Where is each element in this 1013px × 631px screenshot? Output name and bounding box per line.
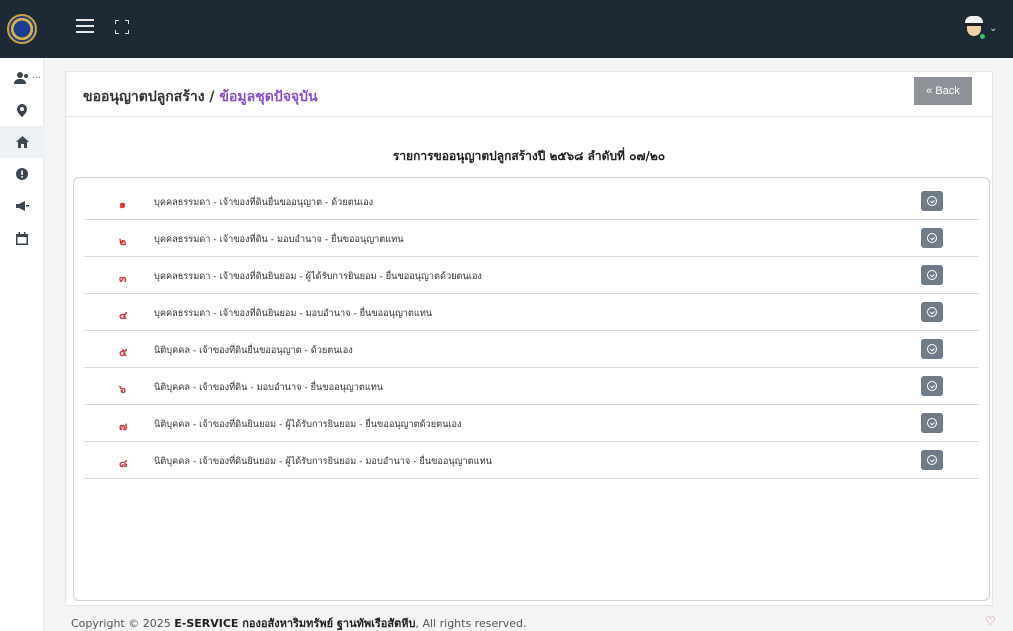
list-item: ๗ นิติบุคคล - เจ้าของที่ดินยินยอม - ผู้ได… bbox=[84, 405, 979, 442]
info-icon bbox=[16, 168, 28, 180]
list-item-label: นิติบุคคล - เจ้าของที่ดิน - มอบอำนาจ - ย… bbox=[154, 382, 384, 393]
list-item: ๖ นิติบุคคล - เจ้าของที่ดิน - มอบอำนาจ - … bbox=[84, 368, 979, 405]
download-button[interactable] bbox=[921, 265, 943, 285]
download-button[interactable] bbox=[921, 450, 943, 470]
download-icon bbox=[927, 344, 937, 354]
permit-type-list: ๑ บุคคลธรรมดา - เจ้าของที่ดินยื่นขออนุญาต… bbox=[73, 177, 990, 601]
list-item: ๘ นิติบุคคล - เจ้าของที่ดินยินยอม - ผู้ได… bbox=[84, 442, 979, 479]
download-icon bbox=[927, 196, 937, 206]
map-pin-icon bbox=[17, 103, 27, 117]
list-item-number: ๑ bbox=[119, 198, 126, 211]
footer-suffix: , All rights reserved. bbox=[415, 617, 527, 630]
list-item-label: บุคคลธรรมดา - เจ้าของที่ดิน - มอบอำนาจ -… bbox=[154, 234, 404, 245]
top-navbar: ⌄ bbox=[0, 0, 1013, 58]
download-icon bbox=[927, 233, 937, 243]
download-button[interactable] bbox=[921, 302, 943, 322]
navy-emblem-icon bbox=[7, 14, 37, 44]
list-item-number: ๒ bbox=[119, 235, 127, 248]
list-item-label: นิติบุคคล - เจ้าของที่ดินยินยอม - ผู้ได้… bbox=[154, 419, 462, 430]
download-button[interactable] bbox=[921, 191, 943, 211]
list-title: รายการขออนุญาตปลูกสร้างปี ๒๕๖๘ ลำดับที่ … bbox=[392, 149, 666, 163]
list-item-number: ๖ bbox=[119, 383, 126, 396]
list-item-number: ๘ bbox=[119, 457, 128, 470]
download-button[interactable] bbox=[921, 339, 943, 359]
sidebar-item-info[interactable] bbox=[0, 158, 44, 190]
list-item-number: ๗ bbox=[119, 420, 128, 433]
download-button[interactable] bbox=[921, 228, 943, 248]
download-icon bbox=[927, 381, 937, 391]
breadcrumb-separator: / bbox=[209, 89, 215, 105]
user-captain-icon bbox=[963, 16, 986, 40]
list-item-label: นิติบุคคล - เจ้าของที่ดินยื่นขออนุญาต - … bbox=[154, 345, 353, 356]
back-button[interactable]: « Back bbox=[914, 77, 972, 105]
users-icon bbox=[14, 72, 28, 84]
calendar-icon bbox=[16, 231, 28, 245]
expand-icon[interactable] bbox=[115, 20, 129, 34]
list-item: ๒ บุคคลธรรมดา - เจ้าของที่ดิน - มอบอำนาจ … bbox=[84, 220, 979, 257]
list-item-label: บุคคลธรรมดา - เจ้าของที่ดินยินยอม - ผู้ไ… bbox=[154, 271, 482, 282]
list-item-number: ๔ bbox=[119, 309, 128, 322]
sidebar-item-announcement[interactable] bbox=[0, 190, 44, 222]
footer-org: E-SERVICE กองอสังหาริมทรัพย์ ฐานทัพเรือส… bbox=[174, 617, 416, 630]
main-content: ขออนุญาตปลูกสร้าง / ข้อมูลชุดปัจจุบัน « … bbox=[44, 58, 1013, 631]
breadcrumb: ขออนุญาตปลูกสร้าง / ข้อมูลชุดปัจจุบัน bbox=[83, 86, 318, 108]
list-item: ๕ นิติบุคคล - เจ้าของที่ดินยื่นขออนุญาต -… bbox=[84, 331, 979, 368]
download-button[interactable] bbox=[921, 413, 943, 433]
list-item: ๑ บุคคลธรรมดา - เจ้าของที่ดินยื่นขออนุญาต… bbox=[84, 183, 979, 220]
list-item: ๓ บุคคลธรรมดา - เจ้าของที่ดินยินยอม - ผู้… bbox=[84, 257, 979, 294]
permit-card: ขออนุญาตปลูกสร้าง / ข้อมูลชุดปัจจุบัน « … bbox=[65, 71, 993, 606]
breadcrumb-current: ข้อมูลชุดปัจจุบัน bbox=[219, 89, 318, 105]
download-icon bbox=[927, 270, 937, 280]
user-menu[interactable]: ⌄ bbox=[963, 14, 1003, 42]
download-icon bbox=[927, 418, 937, 428]
sidebar-item-users[interactable]: … bbox=[0, 62, 44, 94]
home-icon bbox=[15, 136, 29, 148]
breadcrumb-parent[interactable]: ขออนุญาตปลูกสร้าง bbox=[83, 89, 205, 105]
megaphone-icon bbox=[16, 201, 29, 211]
sidebar: … bbox=[0, 58, 44, 631]
list-item-label: บุคคลธรรมดา - เจ้าของที่ดินยินยอม - มอบอ… bbox=[154, 308, 433, 319]
heart-icon: ♡ bbox=[985, 614, 996, 628]
logo[interactable] bbox=[0, 0, 44, 58]
list-item: ๔ บุคคลธรรมดา - เจ้าของที่ดินยินยอม - มอบ… bbox=[84, 294, 979, 331]
download-icon bbox=[927, 455, 937, 465]
sidebar-item-location[interactable] bbox=[0, 94, 44, 126]
chevron-down-icon: ⌄ bbox=[989, 22, 998, 34]
list-item-label: นิติบุคคล - เจ้าของที่ดินยินยอม - ผู้ได้… bbox=[154, 456, 492, 467]
card-header: ขออนุญาตปลูกสร้าง / ข้อมูลชุดปัจจุบัน « … bbox=[66, 72, 992, 117]
list-item-number: ๓ bbox=[119, 272, 127, 285]
sidebar-item-home[interactable] bbox=[0, 126, 44, 158]
footer-prefix: Copyright © 2025 bbox=[71, 617, 175, 630]
footer-copyright: Copyright © 2025 E-SERVICE กองอสังหาริมท… bbox=[71, 614, 527, 631]
download-icon bbox=[927, 307, 937, 317]
list-item-label: บุคคลธรรมดา - เจ้าของที่ดินยื่นขออนุญาต … bbox=[154, 197, 374, 208]
hamburger-icon[interactable] bbox=[76, 19, 94, 33]
download-button[interactable] bbox=[921, 376, 943, 396]
list-item-number: ๕ bbox=[119, 346, 128, 359]
sidebar-item-calendar[interactable] bbox=[0, 222, 44, 254]
